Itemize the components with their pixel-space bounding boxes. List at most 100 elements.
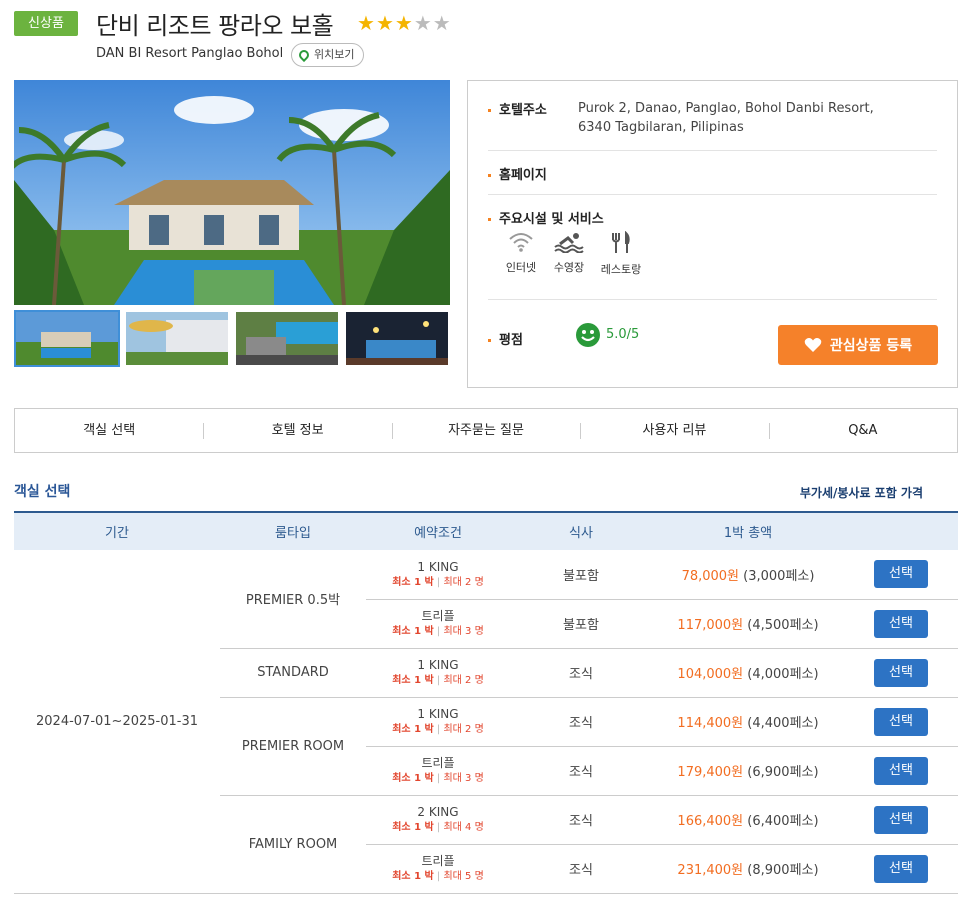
price-cell: 179,400원 (6,900페소) — [652, 746, 844, 796]
meal-cell: 조식 — [510, 844, 652, 894]
star-filled-icon: ★ — [357, 11, 375, 35]
separator: | — [436, 675, 441, 686]
bed-type: 트리플 — [421, 854, 455, 868]
bed-type: 트리플 — [421, 756, 455, 770]
stay-limits: 최소 1 박 | 최대 2 명 — [366, 722, 510, 737]
action-cell: 선택 — [844, 550, 958, 600]
booking-condition-cell: 트리플 최소 1 박 | 최대 3 명 — [366, 599, 510, 649]
hotel-english-name: DAN BI Resort Panglao Bohol — [96, 46, 284, 61]
price-krw: 114,400원 — [677, 716, 744, 731]
min-nights: 최소 1 박 — [392, 773, 434, 784]
price-cell: 114,400원 (4,400페소) — [652, 697, 844, 747]
facility-label: 수영장 — [553, 261, 585, 274]
separator: | — [436, 576, 441, 588]
header-booking-condition: 예약조건 — [366, 511, 510, 550]
thumbnail-1[interactable] — [14, 310, 120, 367]
tab-qna[interactable]: Q&A — [768, 409, 957, 452]
booking-condition-cell: 트리플 최소 1 박 | 최대 5 명 — [366, 844, 510, 894]
header-room-type: 룸타입 — [220, 511, 366, 550]
tab-faq[interactable]: 자주묻는 질문 — [391, 409, 580, 452]
price-cell: 78,000원 (3,000페소) — [652, 550, 844, 600]
tab-room-select[interactable]: 객실 선택 — [15, 409, 203, 452]
min-nights: 최소 1 박 — [392, 675, 434, 686]
room-table: 기간 룸타입 예약조건 식사 1박 총액 2024-07-01~2025-01-… — [14, 511, 958, 894]
room-type-cell: STANDARD — [220, 648, 366, 698]
min-nights: 최소 1 박 — [392, 871, 434, 882]
meal-cell: 조식 — [510, 648, 652, 698]
select-room-button[interactable]: 선택 — [874, 707, 928, 736]
services-label: 주요시설 및 서비스 — [488, 208, 604, 227]
price-krw: 104,000원 — [677, 667, 744, 682]
restaurant-icon — [612, 231, 630, 253]
booking-condition-cell: 1 KING 최소 1 박 | 최대 2 명 — [366, 648, 510, 698]
price-cell: 104,000원 (4,000페소) — [652, 648, 844, 698]
price-krw: 179,400원 — [677, 765, 744, 780]
star-empty-icon: ★ — [413, 11, 432, 35]
add-favorite-label: 관심상품 등록 — [829, 338, 913, 354]
map-view-button[interactable]: 위치보기 — [291, 43, 365, 67]
action-cell: 선택 — [844, 697, 958, 747]
address-label: 호텔주소 — [488, 99, 547, 118]
meal-cell: 조식 — [510, 697, 652, 747]
max-guests: 최대 2 명 — [443, 576, 484, 588]
meal-cell: 조식 — [510, 746, 652, 796]
wifi-icon — [509, 233, 533, 252]
select-room-button[interactable]: 선택 — [874, 756, 928, 785]
min-nights: 최소 1 박 — [392, 724, 434, 735]
action-cell: 선택 — [844, 599, 958, 649]
select-room-button[interactable]: 선택 — [874, 805, 928, 834]
price-krw: 78,000원 — [681, 568, 740, 584]
tab-hotel-info[interactable]: 호텔 정보 — [203, 409, 391, 452]
price-cell: 231,400원 (8,900페소) — [652, 844, 844, 894]
location-pin-icon — [296, 47, 312, 63]
facility-internet: 인터넷 — [496, 231, 546, 275]
divider — [488, 194, 937, 195]
max-guests: 최대 2 명 — [443, 675, 484, 686]
price-krw: 166,400원 — [677, 814, 744, 829]
stay-limits: 최소 1 박 | 최대 2 명 — [366, 575, 510, 590]
price-krw: 231,400원 — [677, 863, 744, 878]
period-cell: 2024-07-01~2025-01-31 — [14, 550, 220, 894]
thumbnail-4[interactable] — [344, 310, 450, 367]
max-guests: 최대 5 명 — [443, 871, 484, 882]
homepage-label: 홈페이지 — [488, 164, 547, 183]
star-rating: ★ ★ ★ ★ ★ — [357, 11, 451, 35]
header-action — [844, 511, 958, 550]
select-room-button[interactable]: 선택 — [874, 609, 928, 638]
select-room-button[interactable]: 선택 — [874, 854, 928, 883]
select-room-button[interactable]: 선택 — [874, 560, 928, 589]
main-hotel-photo[interactable] — [14, 80, 450, 305]
photo-thumbnails — [14, 310, 450, 367]
bed-type: 1 KING — [417, 559, 459, 574]
booking-condition-cell: 1 KING 최소 1 박 | 최대 2 명 — [366, 550, 510, 600]
meal-cell: 불포함 — [510, 599, 652, 649]
rating-value: 5.0/5 — [606, 327, 640, 342]
select-room-button[interactable]: 선택 — [874, 658, 928, 687]
separator: | — [436, 822, 441, 833]
tab-user-reviews[interactable]: 사용자 리뷰 — [580, 409, 768, 452]
max-guests: 최대 3 명 — [443, 626, 484, 637]
price-krw: 117,000원 — [677, 618, 744, 633]
thumbnail-3[interactable] — [234, 310, 340, 367]
stay-limits: 최소 1 박 | 최대 3 명 — [366, 624, 510, 639]
thumbnail-2[interactable] — [124, 310, 230, 367]
action-cell: 선택 — [844, 844, 958, 894]
hotel-title: 단비 리조트 팡라오 보홀 — [96, 12, 334, 40]
max-guests: 최대 4 명 — [443, 822, 484, 833]
room-section-title: 객실 선택 — [14, 484, 71, 500]
max-guests: 최대 2 명 — [443, 724, 484, 735]
booking-condition-cell: 2 KING 최소 1 박 | 최대 4 명 — [366, 795, 510, 845]
address-value: Purok 2, Danao, Panglao, Bohol Danbi Res… — [578, 99, 898, 137]
min-nights: 최소 1 박 — [392, 626, 434, 637]
new-product-badge: 신상품 — [14, 11, 78, 36]
detail-tabs: 객실 선택 호텔 정보 자주묻는 질문 사용자 리뷰 Q&A — [14, 408, 958, 453]
stay-limits: 최소 1 박 | 최대 4 명 — [366, 820, 510, 835]
separator: | — [436, 724, 441, 735]
stay-limits: 최소 1 박 | 최대 2 명 — [366, 673, 510, 688]
star-filled-icon: ★ — [394, 11, 413, 35]
action-cell: 선택 — [844, 795, 958, 845]
price-peso: (6,900페소) — [747, 765, 819, 780]
add-favorite-button[interactable]: 관심상품 등록 — [778, 325, 938, 365]
star-empty-icon: ★ — [432, 11, 451, 35]
room-type-cell: PREMIER 0.5박 — [220, 550, 366, 649]
